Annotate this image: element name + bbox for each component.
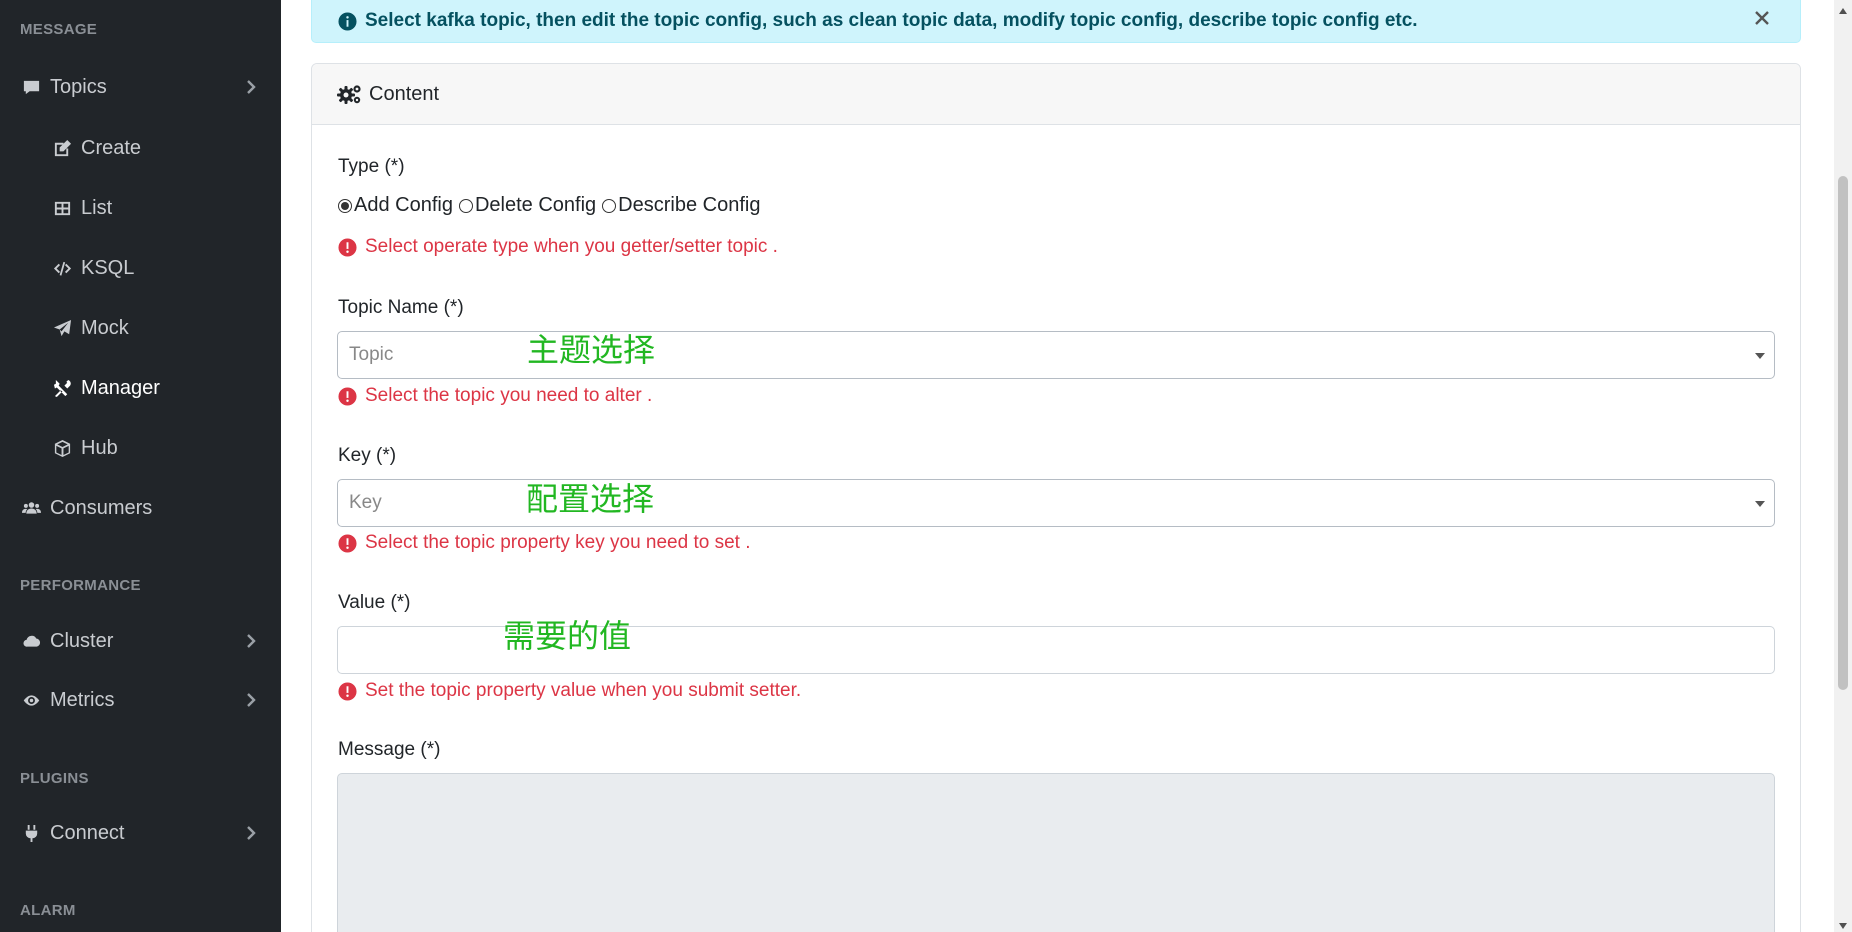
card-title: Content <box>369 82 440 105</box>
sidebar-section-performance: PERFORMANCE <box>20 577 141 594</box>
plug-icon <box>20 822 42 844</box>
sidebar-item-label: Create <box>81 136 142 159</box>
radio-indicator[interactable] <box>602 198 617 213</box>
sidebar-section-message: MESSAGE <box>20 21 98 38</box>
sidebar-item-label: Manager <box>81 376 160 399</box>
sidebar-item-list[interactable]: List <box>0 186 281 230</box>
sidebar-item-mock[interactable]: Mock <box>0 306 281 350</box>
users-icon <box>20 497 42 519</box>
close-icon[interactable] <box>1750 6 1774 30</box>
sidebar-item-connect[interactable]: Connect <box>0 811 281 855</box>
sidebar: MESSAGE Topics Create List KSQL Mock Man… <box>0 0 281 932</box>
scroll-down-icon[interactable] <box>1838 918 1848 929</box>
sidebar-item-metrics[interactable]: Metrics <box>0 678 281 722</box>
table-icon <box>51 197 73 219</box>
sidebar-item-label: List <box>81 196 113 219</box>
edit-icon <box>51 137 73 159</box>
radio-label: Add Config <box>354 194 453 216</box>
help-text: Select operate type when you getter/sett… <box>365 236 778 257</box>
sidebar-item-ksql[interactable]: KSQL <box>0 246 281 290</box>
chevron-right-icon <box>241 823 261 843</box>
key-annotation: 配置选择 <box>526 480 655 518</box>
sidebar-item-label: Hub <box>81 436 118 459</box>
topic-placeholder: Topic <box>349 344 394 365</box>
eye-icon <box>20 689 42 711</box>
sidebar-item-label: Metrics <box>50 688 115 711</box>
comment-icon <box>20 76 42 98</box>
value-label: Value (*) <box>338 592 411 613</box>
caret-down-icon <box>1754 494 1766 507</box>
sidebar-section-plugins: PLUGINS <box>20 770 89 787</box>
sidebar-item-label: Topics <box>50 75 107 98</box>
sidebar-item-label: Connect <box>50 821 125 844</box>
key-placeholder: Key <box>349 492 382 513</box>
help-text: Select the topic property key you need t… <box>365 532 751 553</box>
exclamation-circle-icon <box>338 237 357 257</box>
topic-name-label: Topic Name (*) <box>338 297 464 318</box>
sidebar-item-cluster[interactable]: Cluster <box>0 619 281 663</box>
chevron-right-icon <box>241 631 261 651</box>
radio-label: Delete Config <box>474 194 597 216</box>
radio-indicator[interactable] <box>338 198 352 213</box>
message-textarea[interactable] <box>337 773 1775 932</box>
code-icon <box>51 257 73 279</box>
radio-delete-config[interactable]: Delete Config <box>458 194 597 217</box>
value-annotation: 需要的值 <box>503 617 632 655</box>
info-circle-icon <box>338 11 357 31</box>
scroll-up-icon[interactable] <box>1838 3 1848 14</box>
chevron-right-icon <box>241 77 261 97</box>
cogs-icon <box>337 85 361 104</box>
scrollbar-thumb[interactable] <box>1838 176 1848 690</box>
value-help: Set the topic property value when you su… <box>338 680 801 702</box>
card-header: Content <box>312 64 1800 125</box>
alert-text: Select kafka topic, then edit the topic … <box>365 10 1418 31</box>
exclamation-circle-icon <box>338 533 357 553</box>
tools-icon <box>51 377 73 399</box>
sidebar-item-label: Consumers <box>50 496 153 519</box>
key-help: Select the topic property key you need t… <box>338 532 751 554</box>
sidebar-item-manager[interactable]: Manager <box>0 366 281 410</box>
sidebar-section-alarm: ALARM <box>20 902 76 919</box>
info-alert: Select kafka topic, then edit the topic … <box>311 0 1801 43</box>
exclamation-circle-icon <box>338 681 357 701</box>
type-radio-group: Add Config Delete Config Describe Config <box>338 194 760 217</box>
caret-down-icon <box>1754 346 1766 359</box>
type-help: Select operate type when you getter/sett… <box>338 236 778 258</box>
help-text: Set the topic property value when you su… <box>365 680 802 701</box>
sidebar-item-label: KSQL <box>81 256 135 279</box>
key-label: Key (*) <box>338 445 397 466</box>
sidebar-item-consumers[interactable]: Consumers <box>0 486 281 530</box>
sidebar-item-create[interactable]: Create <box>0 126 281 170</box>
topic-annotation: 主题选择 <box>527 331 656 369</box>
type-label: Type (*) <box>338 156 405 177</box>
topic-help: Select the topic you need to alter . <box>338 385 652 407</box>
exclamation-circle-icon <box>338 386 357 406</box>
radio-describe-config[interactable]: Describe Config <box>602 194 760 217</box>
paper-plane-icon <box>51 317 73 339</box>
cloud-icon <box>20 630 42 652</box>
sidebar-item-label: Mock <box>81 316 129 339</box>
cube-icon <box>51 437 73 459</box>
sidebar-item-topics[interactable]: Topics <box>0 65 281 109</box>
radio-label: Describe Config <box>618 194 761 216</box>
sidebar-item-label: Cluster <box>50 629 114 652</box>
page-scrollbar[interactable] <box>1834 0 1852 932</box>
radio-indicator[interactable] <box>458 198 473 213</box>
chevron-right-icon <box>241 690 261 710</box>
radio-add-config[interactable]: Add Config <box>338 194 453 217</box>
help-text: Select the topic you need to alter . <box>365 385 653 406</box>
sidebar-item-hub[interactable]: Hub <box>0 426 281 470</box>
message-label: Message (*) <box>338 739 441 760</box>
